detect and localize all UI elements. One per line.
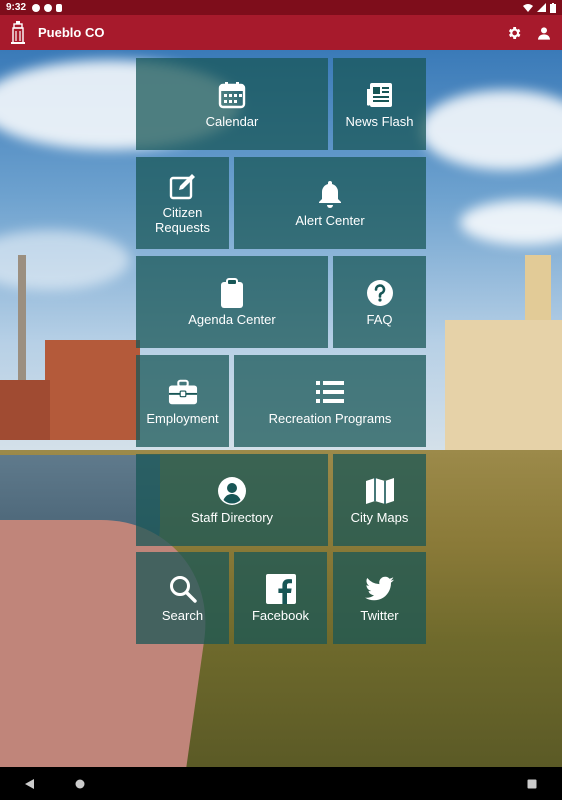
battery-icon [550, 2, 556, 13]
employment-tile[interactable]: Employment [136, 355, 229, 447]
person-icon [218, 476, 246, 505]
edit-icon [169, 174, 195, 200]
courthouse-tower [525, 255, 551, 320]
city-maps-tile[interactable]: City Maps [333, 454, 426, 546]
facebook-icon [265, 573, 296, 604]
wifi-icon [523, 4, 533, 12]
app-title: Pueblo CO [38, 25, 105, 40]
recents-button[interactable] [512, 767, 552, 800]
clipboard-icon [221, 277, 243, 308]
calendar-tile[interactable]: Calendar [136, 58, 328, 150]
map-icon [365, 477, 394, 504]
twitter-icon [364, 576, 394, 600]
status-time: 9:32 [6, 2, 27, 13]
twitter-tile[interactable]: Twitter [333, 552, 426, 644]
back-button[interactable] [10, 767, 50, 800]
search-icon [169, 575, 197, 603]
agenda-center-label: Agenda Center [188, 311, 276, 327]
question-icon [366, 279, 393, 306]
notification-icons [32, 3, 63, 12]
gear-icon[interactable] [506, 25, 522, 41]
back-icon [25, 778, 34, 789]
recents-icon [527, 779, 537, 788]
brick-building [0, 380, 50, 440]
calendar-label: Calendar [205, 113, 259, 129]
signal-icon [537, 3, 546, 12]
facebook-label: Facebook [251, 607, 310, 623]
faq-tile[interactable]: FAQ [333, 256, 426, 348]
alert-center-label: Alert Center [295, 212, 365, 228]
brick-building [45, 340, 140, 440]
alert-center-tile[interactable]: Alert Center [234, 157, 426, 249]
calendar-icon [218, 81, 246, 108]
home-button[interactable] [60, 767, 100, 800]
bell-icon [319, 180, 341, 208]
briefcase-icon [168, 379, 197, 404]
app-bar: Pueblo CO [0, 15, 562, 50]
twitter-label: Twitter [360, 607, 399, 623]
newspaper-icon [366, 82, 392, 107]
citizen-requests-label: Citizen Requests [155, 205, 210, 235]
list-icon [316, 380, 344, 403]
news-flash-label: News Flash [345, 113, 414, 129]
status-bar: 9:32 [0, 0, 562, 15]
faq-label: FAQ [366, 311, 393, 327]
city-logo-icon [11, 20, 25, 44]
recreation-programs-label: Recreation Programs [268, 410, 392, 426]
news-flash-tile[interactable]: News Flash [333, 58, 426, 150]
notification-icon [44, 3, 53, 12]
system-navigation-bar [0, 767, 562, 800]
citizen-requests-tile[interactable]: Citizen Requests [136, 157, 229, 249]
agenda-center-tile[interactable]: Agenda Center [136, 256, 328, 348]
account-icon[interactable] [536, 25, 552, 41]
search-label: Search [161, 607, 204, 623]
staff-directory-label: Staff Directory [190, 509, 274, 525]
recreation-programs-tile[interactable]: Recreation Programs [234, 355, 426, 447]
employment-label: Employment [146, 410, 219, 426]
city-maps-label: City Maps [350, 509, 409, 525]
notification-icon [56, 3, 63, 12]
staff-directory-tile[interactable]: Staff Directory [136, 454, 328, 546]
facebook-tile[interactable]: Facebook [234, 552, 327, 644]
home-icon [75, 779, 85, 788]
notification-icon [32, 3, 41, 12]
search-tile[interactable]: Search [136, 552, 229, 644]
